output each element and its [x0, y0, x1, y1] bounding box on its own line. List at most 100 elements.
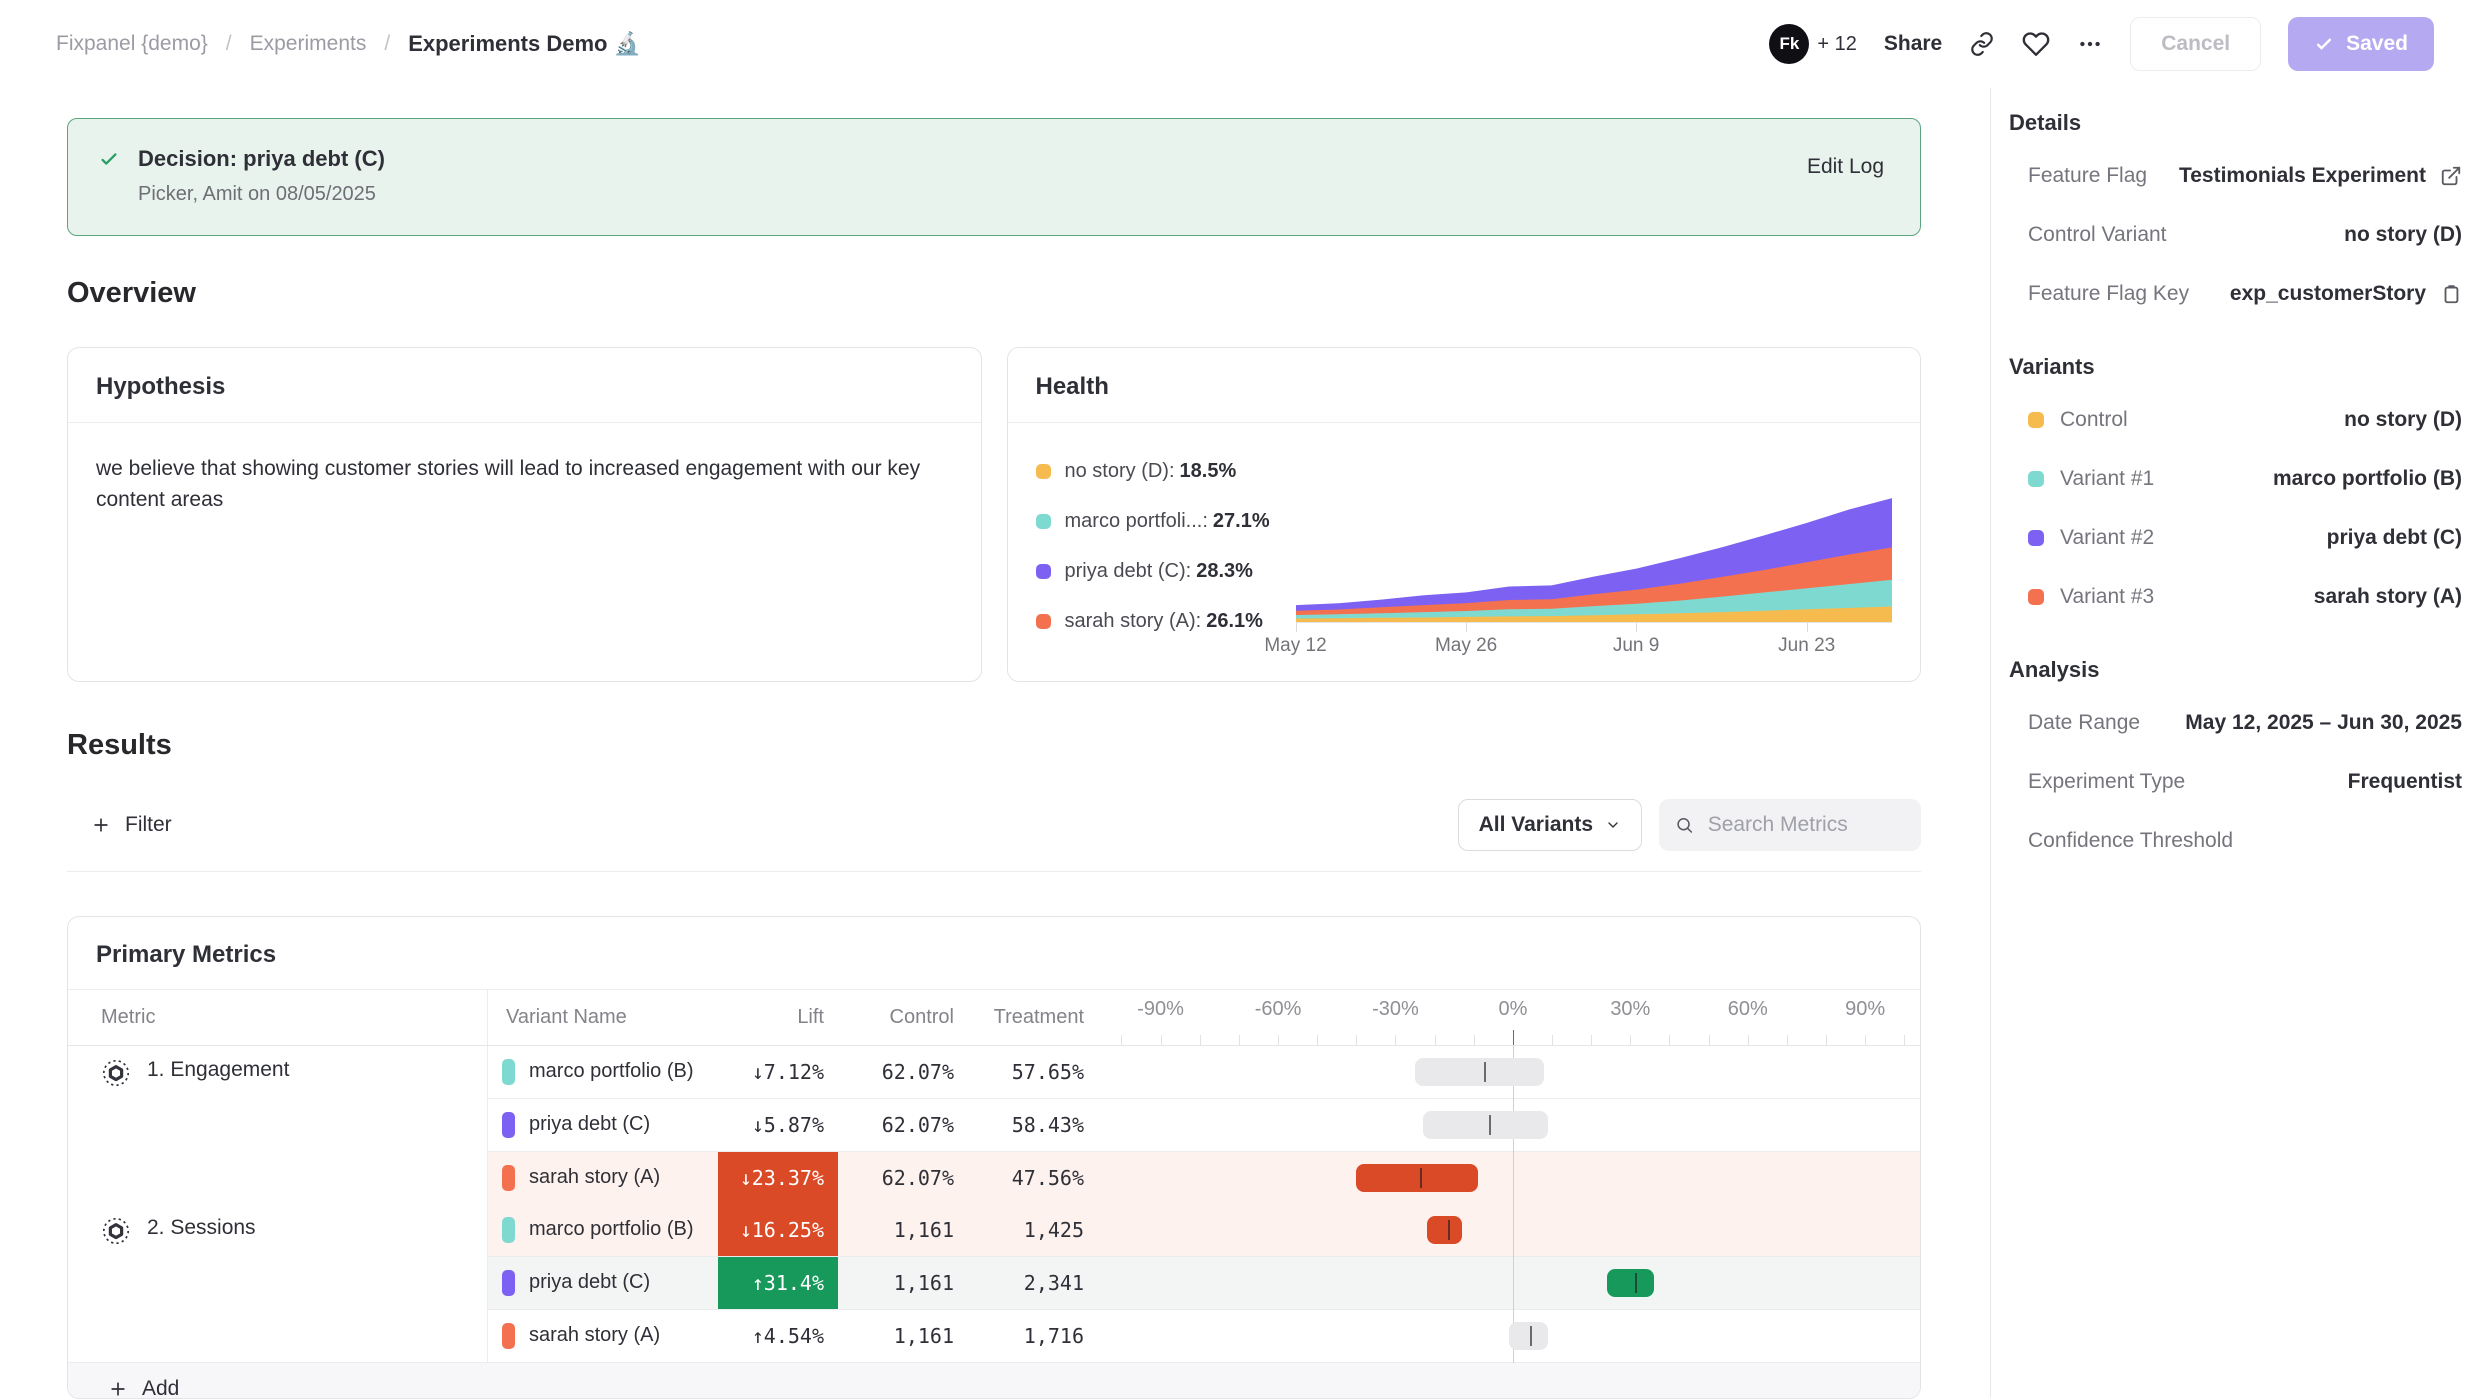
analysis-heading: Analysis [2009, 657, 2462, 683]
axis-ruler-tick [1474, 1035, 1475, 1045]
variant-value: sarah story (A) [2314, 585, 2462, 609]
metric-name: 2. Sessions [147, 1216, 256, 1240]
add-metric-button[interactable]: Add [68, 1362, 1920, 1399]
table-row[interactable]: priya debt (C) ↓5.87% 62.07% 58.43% [488, 1099, 1920, 1152]
axis-ruler-tick [1121, 1035, 1122, 1045]
legend-value: 26.1% [1206, 610, 1263, 632]
variant-swatch [502, 1059, 515, 1085]
heart-icon [2022, 30, 2050, 58]
treatment-value: 57.65% [968, 1046, 1098, 1098]
breadcrumb-experiments[interactable]: Experiments [250, 32, 367, 56]
analysis-label: Confidence Threshold [2028, 829, 2233, 853]
feature-flag-value[interactable]: Testimonials Experiment [2179, 164, 2426, 188]
confidence-interval-bar [1356, 1164, 1477, 1192]
lift-value: ↓7.12% [718, 1046, 838, 1098]
table-row[interactable]: marco portfolio (B) ↓16.25% 1,161 1,425 [488, 1204, 1920, 1257]
point-estimate-marker [1484, 1062, 1486, 1082]
edit-log-button[interactable]: Edit Log [1807, 155, 1884, 179]
filter-label: Filter [125, 813, 172, 837]
variant-swatch [502, 1270, 515, 1296]
detail-label: Control Variant [2028, 223, 2167, 247]
x-axis-label: Jun 9 [1613, 635, 1659, 657]
results-heading: Results [67, 728, 1921, 763]
variant-swatch [2028, 530, 2044, 546]
analysis-label: Date Range [2028, 711, 2140, 735]
variant-swatch [2028, 589, 2044, 605]
axis-ruler-tick [1865, 1035, 1866, 1045]
breadcrumb-separator: / [384, 32, 390, 56]
table-row[interactable]: sarah story (A) ↑4.54% 1,161 1,716 [488, 1310, 1920, 1362]
primary-metrics-title: Primary Metrics [68, 917, 1920, 990]
variant-label: Variant #3 [2060, 585, 2154, 609]
lift-value: ↓16.25% [718, 1204, 838, 1256]
legend-value: 18.5% [1180, 460, 1237, 482]
health-card: Health no story (D):18.5% marco portfoli… [1007, 347, 1922, 682]
variants-heading: Variants [2009, 354, 2462, 380]
avatar[interactable]: Fk [1769, 24, 1809, 64]
search-metrics[interactable] [1659, 799, 1921, 851]
right-sidebar: Details Feature Flag Testimonials Experi… [1990, 88, 2484, 1398]
variants-dropdown[interactable]: All Variants [1458, 799, 1642, 851]
more-options-button[interactable] [2077, 31, 2103, 57]
collaborators[interactable]: Fk + 12 [1769, 24, 1856, 64]
x-axis-label: May 12 [1264, 635, 1326, 657]
ellipsis-icon [2077, 31, 2103, 57]
legend-label: marco portfoli...: [1065, 510, 1208, 532]
variant-row: Variant #1 marco portfolio (B) [2009, 467, 2462, 491]
table-row[interactable]: priya debt (C) ↑31.4% 1,161 2,341 [488, 1257, 1920, 1310]
legend-item: sarah story (A):26.1% [1036, 610, 1296, 633]
axis-tick-label: -90% [1137, 998, 1184, 1021]
metric-target-icon [101, 1058, 131, 1088]
add-filter-button[interactable]: Filter [91, 813, 172, 837]
table-row[interactable]: sarah story (A) ↓23.37% 62.07% 47.56% [488, 1152, 1920, 1204]
variant-row: Control no story (D) [2009, 408, 2462, 432]
legend-swatch [1036, 614, 1051, 629]
metric-cell: 1. Engagement [68, 1046, 488, 1204]
axis-ruler-tick [1395, 1035, 1396, 1045]
variant-name: sarah story (A) [529, 1324, 660, 1347]
cancel-button[interactable]: Cancel [2130, 17, 2261, 71]
confidence-interval-cell [1098, 1204, 1920, 1256]
external-link-icon[interactable] [2440, 165, 2462, 187]
feature-flag-key-value: exp_customerStory [2230, 282, 2426, 306]
variant-swatch [502, 1217, 515, 1243]
x-axis-tick [1636, 623, 1637, 632]
metric-group: 2. Sessions marco portfolio (B) ↓16.25% … [68, 1204, 1920, 1362]
health-legend: no story (D):18.5% marco portfoli...:27.… [1036, 433, 1296, 661]
axis-tick-label: 30% [1610, 998, 1650, 1021]
breadcrumb-separator: / [226, 32, 232, 56]
legend-item: marco portfoli...:27.1% [1036, 510, 1296, 533]
variant-swatch [2028, 412, 2044, 428]
add-label: Add [142, 1377, 179, 1399]
copy-icon[interactable] [2440, 283, 2462, 305]
plus-icon [108, 1379, 128, 1399]
search-icon [1675, 814, 1694, 836]
favorite-button[interactable] [2022, 30, 2050, 58]
share-button[interactable]: Share [1884, 32, 1942, 56]
table-row[interactable]: marco portfolio (B) ↓7.12% 62.07% 57.65% [488, 1046, 1920, 1099]
treatment-value: 1,425 [968, 1204, 1098, 1256]
control-value: 1,161 [838, 1257, 968, 1309]
lift-value: ↑31.4% [718, 1257, 838, 1309]
lift-value: ↓5.87% [718, 1099, 838, 1151]
legend-swatch [1036, 514, 1051, 529]
axis-tick-label: 90% [1845, 998, 1885, 1021]
table-header: Metric Variant Name Lift Control Treatme… [68, 990, 1920, 1046]
column-treatment: Treatment [968, 990, 1098, 1045]
treatment-value: 47.56% [968, 1152, 1098, 1204]
x-axis-label: May 26 [1435, 635, 1497, 657]
axis-ruler-tick [1709, 1035, 1710, 1045]
breadcrumb-project[interactable]: Fixpanel {demo} [56, 32, 208, 56]
legend-swatch [1036, 464, 1051, 479]
variant-label: Control [2060, 408, 2128, 432]
control-value: 1,161 [838, 1204, 968, 1256]
search-input[interactable] [1706, 812, 1905, 838]
saved-button[interactable]: Saved [2288, 17, 2434, 71]
axis-ruler-tick [1239, 1035, 1240, 1045]
detail-label: Feature Flag Key [2028, 282, 2189, 306]
health-baseline [1296, 622, 1893, 632]
health-stacked-area-chart: May 12May 26Jun 9Jun 23 [1296, 433, 1893, 661]
point-estimate-marker [1448, 1220, 1450, 1240]
axis-header: -90%-60%-30%0%30%60%90% [1098, 990, 1920, 1045]
copy-link-button[interactable] [1969, 31, 1995, 57]
